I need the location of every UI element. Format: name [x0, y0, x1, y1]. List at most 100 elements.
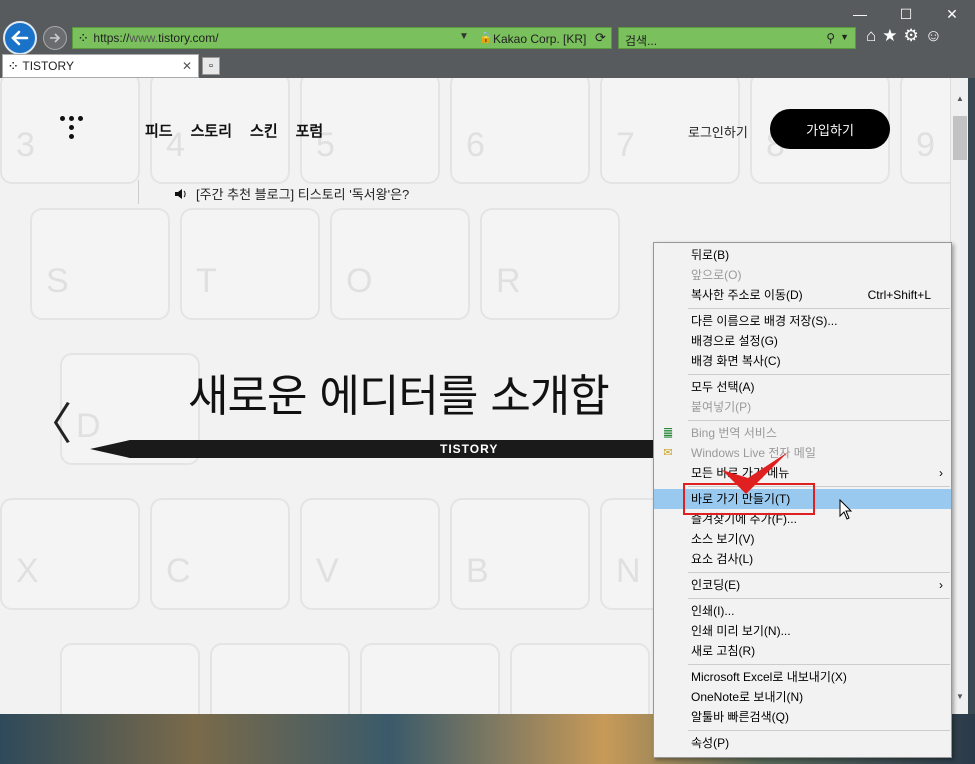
- tab-tistory[interactable]: ⁘ TISTORY ✕: [2, 54, 199, 78]
- url-scheme: https://: [93, 31, 130, 45]
- lock-icon[interactable]: 🔒: [479, 31, 493, 44]
- close-tab-icon[interactable]: ✕: [182, 59, 192, 73]
- vertical-scrollbar[interactable]: ▲ ▼: [950, 78, 968, 714]
- certificate-owner[interactable]: Kakao Corp. [KR]: [493, 32, 586, 46]
- windows-live-mail-icon: ✉: [663, 447, 673, 459]
- context-menu-item[interactable]: 배경 화면 복사(C): [654, 351, 951, 371]
- context-menu-item[interactable]: 요소 검사(L): [654, 549, 951, 569]
- context-menu-item[interactable]: 속성(P): [654, 733, 951, 753]
- mouse-cursor-icon: [839, 499, 853, 520]
- context-menu-item[interactable]: Microsoft Excel로 내보내기(X): [654, 667, 951, 687]
- site-favicon-icon: ⁘: [79, 32, 88, 44]
- new-tab-icon: ▫: [209, 60, 213, 72]
- context-menu-item[interactable]: OneNote로 보내기(N): [654, 687, 951, 707]
- context-menu-item-label: 붙여넣기(P): [691, 400, 752, 414]
- menu-separator: [688, 598, 950, 599]
- pencil-tip: [90, 440, 130, 458]
- keyboard-key-label: X: [16, 552, 39, 590]
- context-menu-item[interactable]: 소스 보기(V): [654, 529, 951, 549]
- context-menu-item[interactable]: 뒤로(B): [654, 245, 951, 265]
- keyboard-key-label: T: [196, 262, 217, 300]
- address-dropdown-icon[interactable]: ▼: [459, 31, 469, 42]
- scroll-down-icon[interactable]: ▼: [956, 692, 964, 701]
- context-menu-item[interactable]: 모두 선택(A): [654, 377, 951, 397]
- context-menu-item-label: 인쇄 미리 보기(N)...: [691, 624, 791, 638]
- menu-separator: [688, 572, 950, 573]
- arrow-right-icon: [50, 33, 61, 43]
- notice-banner[interactable]: [주간 추천 블로그] 티스토리 '독서왕'은?: [174, 184, 409, 203]
- context-menu-item[interactable]: 인쇄 미리 보기(N)...: [654, 621, 951, 641]
- context-menu-item-label: 소스 보기(V): [691, 532, 755, 546]
- gear-icon[interactable]: ⚙: [904, 26, 919, 46]
- context-menu-item-label: 뒤로(B): [691, 248, 730, 262]
- forward-button[interactable]: [43, 26, 67, 50]
- chevron-left-icon: 〈: [28, 399, 72, 450]
- maximize-button[interactable]: ☐: [883, 0, 929, 28]
- minimize-button[interactable]: —: [837, 0, 883, 28]
- scrollbar-thumb[interactable]: [953, 116, 967, 160]
- scroll-up-icon[interactable]: ▲: [956, 94, 964, 103]
- context-menu-item-label: 복사한 주소로 이동(D): [691, 288, 803, 302]
- context-menu-item-label: 다른 이름으로 배경 저장(S)...: [691, 314, 838, 328]
- window-controls: — ☐ ✕: [837, 0, 975, 28]
- context-menu-item-label: Bing 번역 서비스: [691, 426, 777, 440]
- keyboard-key: S: [30, 208, 170, 320]
- keyboard-key-label: N: [616, 552, 641, 590]
- nav-feed[interactable]: 피드: [145, 120, 173, 141]
- menu-separator: [688, 730, 950, 731]
- submenu-arrow-icon: ›: [939, 466, 943, 480]
- keyboard-key-label: S: [46, 262, 69, 300]
- context-menu-item[interactable]: 다른 이름으로 배경 저장(S)...: [654, 311, 951, 331]
- menu-separator: [688, 374, 950, 375]
- keyboard-key-label: R: [496, 262, 521, 300]
- pencil-label: TISTORY: [440, 442, 499, 456]
- context-menu-item[interactable]: 인쇄(I)...: [654, 601, 951, 621]
- favorites-star-icon[interactable]: ★: [882, 26, 897, 46]
- url-text[interactable]: https://www.tistory.com/: [93, 31, 218, 45]
- search-dropdown-icon[interactable]: ▼: [840, 32, 849, 42]
- context-menu-item: 붙여넣기(P): [654, 397, 951, 417]
- context-menu-item-label: Microsoft Excel로 내보내기(X): [691, 670, 847, 684]
- keyboard-key-label: O: [346, 262, 373, 300]
- context-menu-item[interactable]: 복사한 주소로 이동(D) Ctrl+Shift+L: [654, 285, 951, 305]
- home-icon[interactable]: ⌂: [866, 26, 876, 46]
- login-link[interactable]: 로그인하기: [688, 122, 748, 141]
- back-button[interactable]: [3, 21, 37, 55]
- context-menu-item-label: OneNote로 보내기(N): [691, 690, 804, 704]
- hero-headline: 새로운 에디터를 소개합: [188, 371, 610, 422]
- notice-text: [주간 추천 블로그] 티스토리 '독서왕'은?: [196, 187, 410, 202]
- keyboard-key: [60, 643, 200, 714]
- keyboard-key: X: [0, 498, 140, 610]
- context-menu-item[interactable]: 알툴바 빠른검색(Q): [654, 707, 951, 727]
- close-window-button[interactable]: ✕: [929, 0, 975, 28]
- toolbar-icons: ⌂ ★ ⚙ ☺: [866, 26, 942, 46]
- keyboard-key-label: 3: [16, 126, 35, 164]
- red-checkmark-icon: [722, 452, 788, 494]
- new-tab-button[interactable]: ▫: [202, 57, 220, 75]
- search-box[interactable]: 검색... ⚲ ▼: [618, 27, 856, 49]
- context-menu-item[interactable]: 새로 고침(R): [654, 641, 951, 661]
- refresh-icon[interactable]: ⟳: [595, 30, 606, 46]
- url-domain: tistory.com/: [158, 31, 219, 45]
- join-button[interactable]: 가입하기: [770, 109, 890, 149]
- keyboard-key: 6: [450, 78, 590, 184]
- address-bar[interactable]: ⁘ https://www.tistory.com/ ▼ 🔒 Kakao Cor…: [72, 27, 612, 49]
- nav-forum[interactable]: 포럼: [296, 120, 324, 141]
- context-menu-item-label: 배경으로 설정(G): [691, 334, 778, 348]
- carousel-prev-button[interactable]: 〈: [28, 388, 72, 452]
- tistory-logo[interactable]: [60, 116, 84, 144]
- keyboard-key: C: [150, 498, 290, 610]
- keyboard-key: O: [330, 208, 470, 320]
- nav-story[interactable]: 스토리: [191, 120, 232, 141]
- nav-skin[interactable]: 스킨: [250, 120, 278, 141]
- smiley-feedback-icon[interactable]: ☺: [925, 26, 942, 46]
- context-menu-item[interactable]: 인코딩(E) ›: [654, 575, 951, 595]
- context-menu-item[interactable]: 모든 바로 가기 메뉴 ›: [654, 463, 951, 483]
- search-icon[interactable]: ⚲: [826, 31, 835, 45]
- context-menu-shortcut: Ctrl+Shift+L: [867, 288, 931, 302]
- context-menu-item[interactable]: 배경으로 설정(G): [654, 331, 951, 351]
- context-menu-item: ䷀ Bing 번역 서비스: [654, 423, 951, 443]
- submenu-arrow-icon: ›: [939, 578, 943, 592]
- tab-bar: ⁘ TISTORY ✕ ▫: [0, 54, 975, 78]
- search-input[interactable]: 검색...: [625, 34, 657, 48]
